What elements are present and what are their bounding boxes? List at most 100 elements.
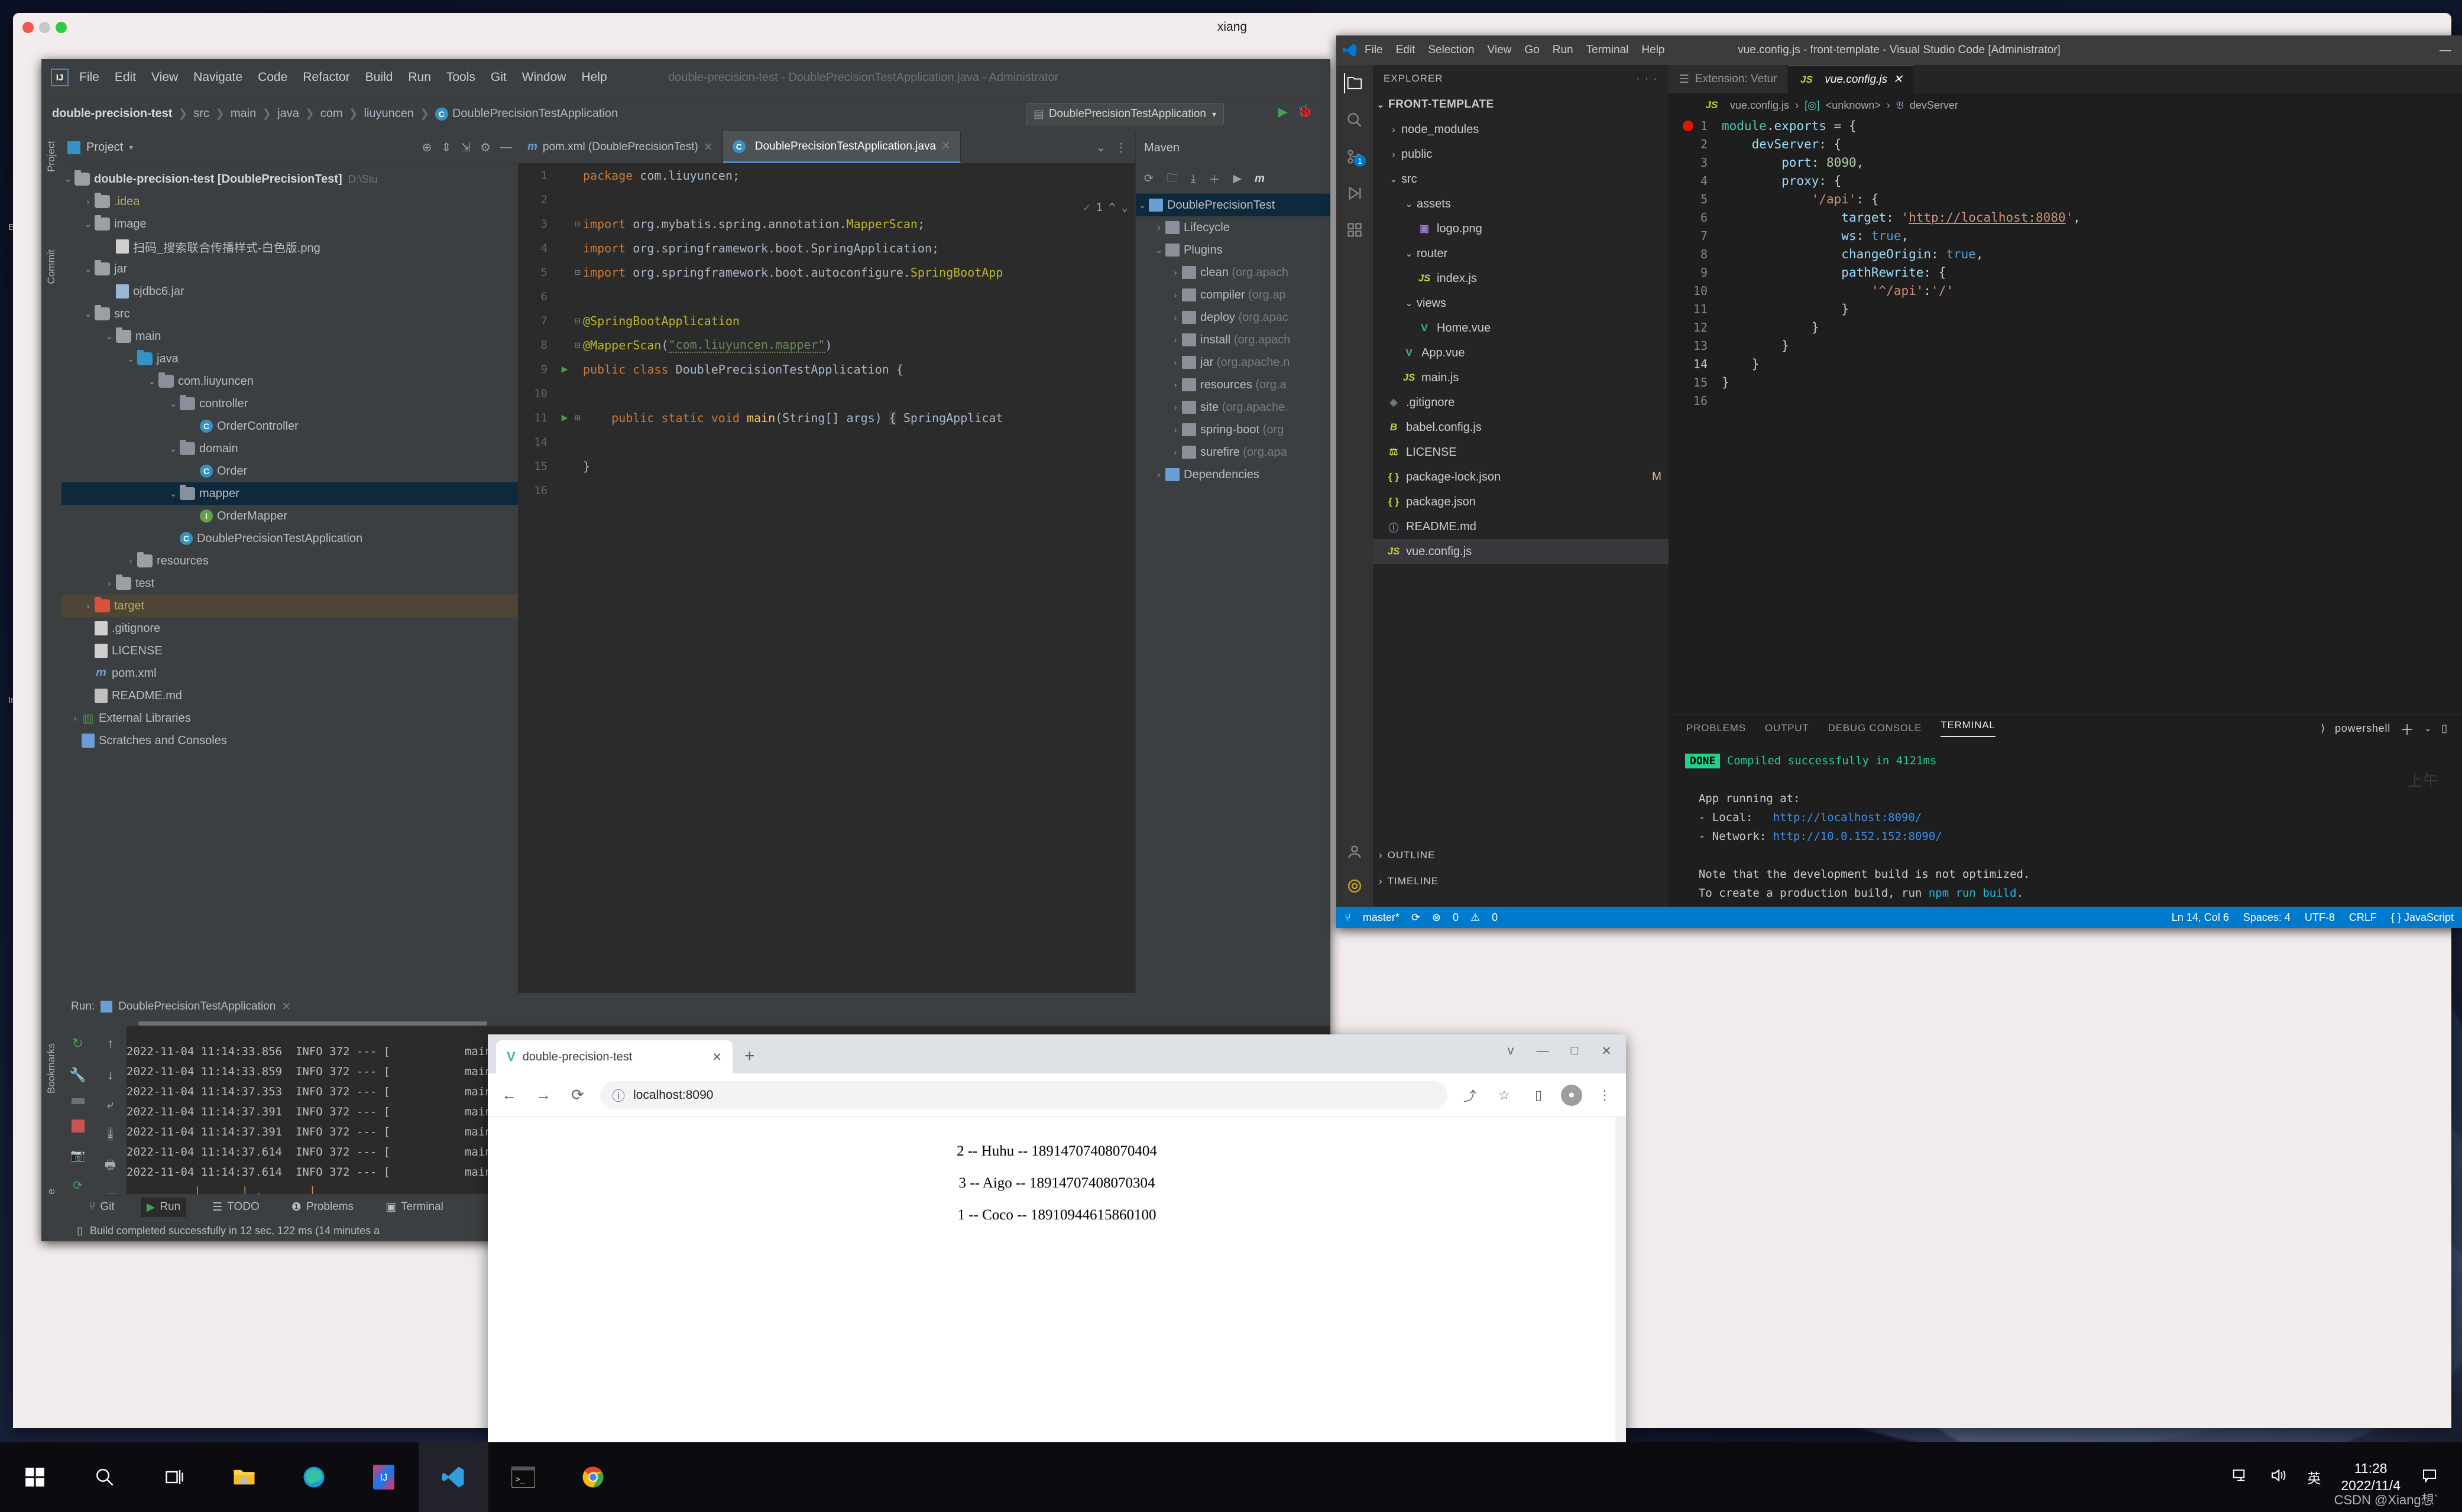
forward-button[interactable]: →	[532, 1083, 555, 1107]
prev-problem-icon[interactable]: ^	[1109, 201, 1115, 214]
breadcrumb-com[interactable]: com	[320, 107, 343, 121]
share-icon[interactable]: ⤴	[1458, 1083, 1482, 1107]
tree-row[interactable]: V App.vue	[1373, 340, 1669, 365]
menu-tools[interactable]: Tools	[446, 70, 475, 85]
next-problem-icon[interactable]: ⌄	[1122, 201, 1128, 214]
java-code-area[interactable]: 1 package com.liuyuncen; 2 3 ⊟ import org.m…	[518, 163, 1135, 993]
tree-row[interactable]: ⌄ double-precision-test [DoublePrecisionT…	[61, 168, 518, 190]
chevron-right-icon[interactable]: ›	[1169, 358, 1182, 368]
search-button[interactable]	[70, 1442, 140, 1512]
tree-row[interactable]: ⚖ LICENSE	[1373, 440, 1669, 465]
chevron-right-icon[interactable]: ›	[1169, 268, 1182, 278]
tool-window-bookmarks[interactable]: Bookmarks	[46, 1043, 57, 1094]
menu-view[interactable]: View	[1488, 44, 1512, 57]
source-control-icon[interactable]: 1	[1345, 147, 1366, 167]
scroll-to-end-icon[interactable]: ⤓	[108, 1127, 113, 1141]
settings-wrench-icon[interactable]: 🔧	[69, 1067, 86, 1083]
tree-row[interactable]: README.md	[61, 684, 518, 707]
chevron-right-icon[interactable]: ›	[1169, 447, 1182, 458]
tree-row[interactable]: JS main.js	[1373, 365, 1669, 390]
chevron-right-icon[interactable]: ›	[1169, 313, 1182, 323]
status-language[interactable]: { } JavaScript	[2391, 911, 2454, 924]
vue-config-code-area[interactable]: 1 module. exports = { 2 devServer: { 3 por…	[1669, 117, 2462, 714]
terminal-shell-label[interactable]: powershell	[2335, 722, 2390, 735]
close-icon[interactable]: ✕	[1893, 73, 1903, 86]
chevron-right-icon[interactable]: ›	[1169, 380, 1182, 390]
panel-tab-terminal[interactable]: TERMINAL	[1941, 719, 1995, 737]
collapse-all-icon[interactable]: ⇲	[461, 140, 471, 155]
close-icon[interactable]: ✕	[281, 1000, 291, 1014]
bottom-tab-todo[interactable]: ☰ TODO	[206, 1198, 265, 1217]
sidepanel-icon[interactable]: ▯	[1527, 1083, 1550, 1107]
menu-go[interactable]: Go	[1524, 44, 1539, 57]
chevron-down-icon[interactable]: ⌄	[124, 353, 137, 364]
tool-window-project[interactable]: Project	[46, 141, 57, 172]
menu-window[interactable]: Window	[522, 70, 566, 85]
tree-row[interactable]: ojdbc6.jar	[61, 280, 518, 303]
maven-row[interactable]: › surefire (org.apa	[1136, 441, 1330, 463]
ime-indicator[interactable]: 英	[2307, 1467, 2321, 1487]
chevron-right-icon[interactable]: ›	[82, 197, 95, 207]
tree-row[interactable]: ⌄ controller	[61, 392, 518, 415]
tree-row[interactable]: ⌄ views	[1373, 291, 1669, 316]
chevron-right-icon[interactable]: ›	[1386, 125, 1401, 135]
chevron-right-icon[interactable]: ›	[1169, 335, 1182, 345]
tree-row[interactable]: ⌄ com.liuyuncen	[61, 370, 518, 392]
tree-row[interactable]: .gitignore	[61, 617, 518, 640]
tree-row[interactable]: JS index.js	[1373, 266, 1669, 291]
tree-row[interactable]: › public	[1373, 142, 1669, 167]
inspection-widget[interactable]: ✓ 1 ^ ⌄	[1083, 201, 1128, 214]
intellij-button[interactable]: IJ	[349, 1442, 419, 1512]
tree-row[interactable]: { } package-lock.json M	[1373, 465, 1669, 489]
menu-edit[interactable]: Edit	[115, 70, 136, 85]
maven-row[interactable]: › site (org.apache.	[1136, 396, 1330, 418]
tree-row[interactable]: m pom.xml	[61, 662, 518, 684]
more-menu-icon[interactable]: ⋮	[1593, 1083, 1617, 1107]
chevron-down-icon[interactable]: ⌄	[1401, 199, 1417, 209]
menu-run[interactable]: Run	[1553, 44, 1573, 57]
task-view-button[interactable]	[140, 1442, 209, 1512]
tree-row-selected[interactable]: JS vue.config.js	[1373, 539, 1669, 564]
maven-goal-icon[interactable]: m	[1255, 173, 1265, 186]
search-icon[interactable]	[1345, 110, 1365, 130]
tree-row[interactable]: LICENSE	[61, 640, 518, 662]
chevron-right-icon[interactable]: ›	[103, 579, 116, 589]
minimize-button[interactable]: —	[1529, 1039, 1556, 1063]
chevron-down-icon[interactable]: ⌄	[1401, 298, 1417, 309]
close-button[interactable]: ✕	[1593, 1039, 1620, 1063]
terminal-local-url[interactable]: http://localhost:8090/	[1773, 811, 1922, 824]
error-icon[interactable]: ⊗	[1432, 911, 1441, 924]
info-circle-icon[interactable]: ⓘ	[612, 1086, 625, 1105]
menu-view[interactable]: View	[151, 70, 178, 85]
menu-run[interactable]: Run	[408, 70, 431, 85]
tree-row-selected[interactable]: ⌄ mapper	[61, 482, 518, 505]
close-icon[interactable]: ✕	[704, 141, 713, 154]
tree-row[interactable]: ⌄ jar	[61, 258, 518, 280]
menu-refactor[interactable]: Refactor	[303, 70, 349, 85]
bookmark-star-icon[interactable]: ☆	[1492, 1083, 1516, 1107]
chevron-right-icon[interactable]: ›	[1169, 290, 1182, 300]
tab-vue-config[interactable]: JS vue.config.js ✕	[1788, 65, 1914, 93]
breadcrumb-file[interactable]: vue.config.js	[1730, 99, 1789, 112]
menu-terminal[interactable]: Terminal	[1586, 44, 1629, 57]
tree-row[interactable]: C Order	[61, 460, 518, 482]
chevron-right-icon[interactable]: ›	[82, 601, 95, 611]
tree-row-root[interactable]: ⌄ FRONT-TEMPLATE	[1373, 92, 1669, 117]
tree-row[interactable]: ⌄ assets	[1373, 192, 1669, 216]
chevron-down-icon[interactable]: ⌄	[82, 219, 95, 229]
tab-extension-vetur[interactable]: ☰ Extension: Vetur	[1669, 65, 1789, 93]
maven-row[interactable]: › resources (org.a	[1136, 374, 1330, 396]
tree-row[interactable]: Bbabel.config.js	[1373, 415, 1669, 440]
status-encoding[interactable]: UTF-8	[2305, 911, 2335, 924]
print-icon[interactable]: 🖶	[105, 1156, 116, 1176]
bottom-tab-git[interactable]: ⑂ Git	[83, 1198, 121, 1216]
maximize-button[interactable]: □	[1561, 1039, 1588, 1063]
editor-tab-pom[interactable]: m pom.xml (DoublePrecisionTest) ✕	[518, 131, 723, 163]
breadcrumb-java[interactable]: java	[277, 107, 299, 121]
menu-edit[interactable]: Edit	[1396, 44, 1415, 57]
maven-row[interactable]: › deploy (org.apac	[1136, 306, 1330, 329]
breadcrumb-liuyuncen[interactable]: liuyuncen	[364, 107, 414, 121]
terminal-output[interactable]: 上午 DONE Compiled successfully in 4121ms …	[1669, 742, 2462, 907]
chevron-right-icon[interactable]: ›	[1152, 223, 1165, 233]
page-scrollbar[interactable]	[1615, 1117, 1626, 1448]
